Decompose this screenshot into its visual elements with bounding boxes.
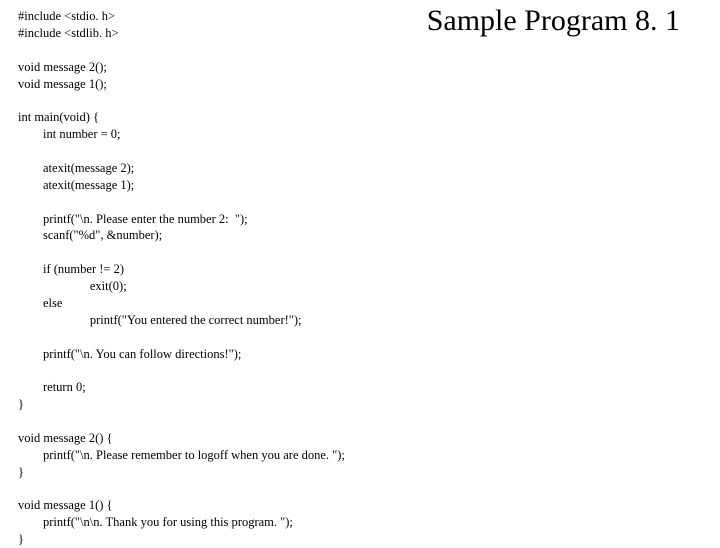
code-block: #include <stdio. h> #include <stdlib. h>… [18, 8, 720, 548]
slide-container: Sample Program 8. 1 #include <stdio. h> … [0, 0, 720, 540]
slide-title: Sample Program 8. 1 [427, 4, 680, 38]
